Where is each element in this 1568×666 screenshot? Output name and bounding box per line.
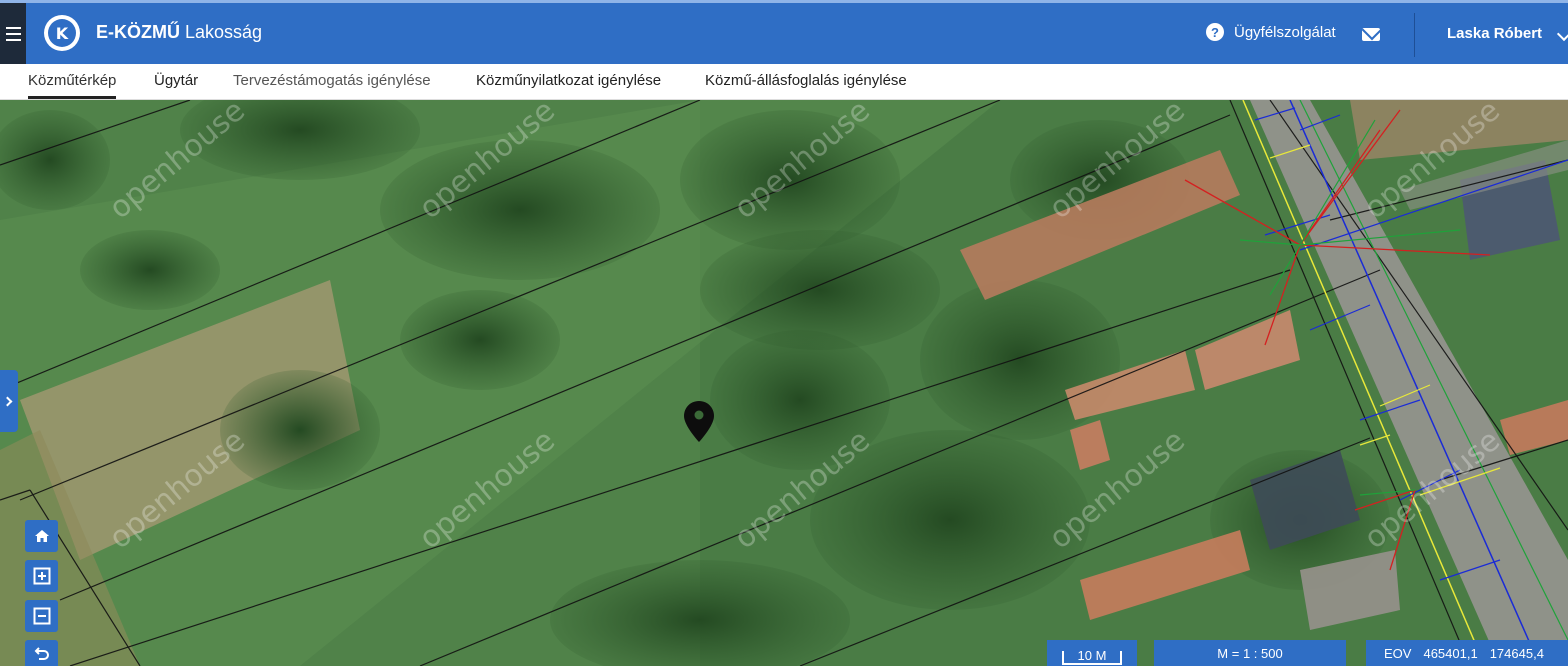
brand-bold: E-KÖZMŰ [96, 22, 180, 42]
user-menu[interactable]: Laska Róbert [1447, 25, 1542, 42]
home-icon [34, 530, 49, 542]
sidebar-toggle-button[interactable] [0, 370, 18, 432]
tab-kozmu-allasfoglalas[interactable]: Közmű-állásfoglalás igénylése [705, 72, 907, 89]
help-link[interactable]: ? Ügyfélszolgálat [1206, 23, 1336, 41]
question-circle-icon: ? [1206, 23, 1224, 41]
app-title: E-KÖZMŰ Lakosság [96, 22, 262, 43]
scale-ratio: M = 1 : 500 [1154, 640, 1346, 666]
logo-letter: K [48, 19, 76, 47]
undo-button[interactable] [25, 640, 58, 666]
header-divider [1414, 13, 1415, 57]
chevron-right-icon [2, 396, 13, 406]
map-view[interactable]: openhouse openhouse openhouse openhouse … [0, 100, 1568, 666]
chevron-down-icon[interactable] [1556, 26, 1568, 42]
zoom-out-button[interactable] [25, 600, 58, 632]
coord-system-label: EOV [1384, 645, 1412, 661]
zoom-out-icon [33, 607, 50, 625]
envelope-icon[interactable] [1362, 28, 1380, 41]
top-bar: K E-KÖZMŰ Lakosság ? Ügyfélszolgálat Las… [0, 0, 1568, 64]
coord-x: 465401,1 [1423, 645, 1478, 661]
logo[interactable]: K [44, 15, 80, 51]
tab-bar: Közműtérkép Ügytár Tervezéstámogatás igé… [0, 64, 1568, 100]
help-label: Ügyfélszolgálat [1234, 23, 1336, 41]
tab-kozmunyilatkozat[interactable]: Közműnyilatkozat igénylése [476, 72, 661, 89]
tab-kozmuterkep[interactable]: Közműtérkép [28, 72, 117, 99]
tab-ugytar[interactable]: Ügytár [154, 72, 198, 89]
scale-indicator: 10 M [1047, 640, 1137, 666]
coordinate-readout: EOV 465401,1 174645,4 [1366, 640, 1568, 666]
tab-tervezestamogatas[interactable]: Tervezéstámogatás igénylése [233, 72, 431, 89]
undo-icon [34, 647, 49, 660]
zoom-in-icon [33, 567, 50, 585]
brand-light: Lakosság [185, 22, 263, 42]
zoom-in-button[interactable] [25, 560, 58, 592]
coord-y: 174645,4 [1489, 645, 1544, 661]
home-button[interactable] [25, 520, 58, 552]
hamburger-menu-icon[interactable] [0, 3, 26, 64]
aerial-map: openhouse openhouse openhouse openhouse … [0, 100, 1568, 666]
scale-label: 10 M [1061, 649, 1123, 665]
